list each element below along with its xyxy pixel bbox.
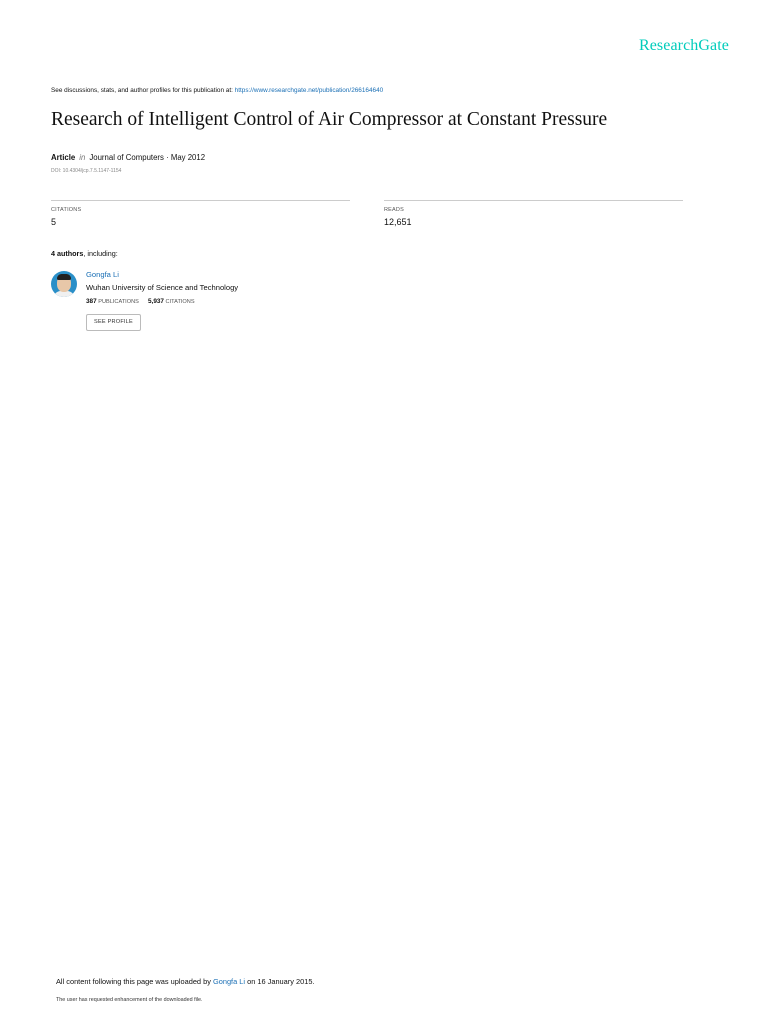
author-publications-label: PUBLICATIONS <box>98 299 139 305</box>
researchgate-logo[interactable]: ResearchGate <box>639 37 729 55</box>
see-profile-button[interactable]: SEE PROFILE <box>86 314 141 331</box>
uploader-link[interactable]: Gongfa Li <box>213 977 245 986</box>
author-name[interactable]: Gongfa Li <box>86 270 119 279</box>
publication-title: Research of Intelligent Control of Air C… <box>51 109 608 130</box>
author-institution: Wuhan University of Science and Technolo… <box>86 283 239 292</box>
upload-note-suffix: on 16 January 2015. <box>247 977 315 986</box>
in-label: in <box>79 153 86 162</box>
author-citations-count: 5,937 <box>147 298 164 305</box>
discussion-note-text: See discussions, stats, and author profi… <box>51 87 233 94</box>
citations-stat: CITATIONS 5 <box>51 200 350 227</box>
author-stats: 387 PUBLICATIONS 5,937 CITATIONS <box>86 298 195 305</box>
author-avatar[interactable] <box>51 271 77 297</box>
reads-label: READS <box>384 207 404 213</box>
reads-stat: READS 12,651 <box>384 200 683 227</box>
authors-count: 4 authors <box>51 249 84 258</box>
upload-note: All content following this page was uplo… <box>56 977 314 986</box>
doi[interactable]: DOI: 10.4304/jcp.7.5.1147-1154 <box>51 168 121 174</box>
avatar-hair <box>57 274 71 280</box>
discussion-note: See discussions, stats, and author profi… <box>51 87 383 94</box>
citations-label: CITATIONS <box>51 207 82 213</box>
authors-heading-rest: , including: <box>83 249 118 258</box>
publication-type: Article <box>51 153 76 162</box>
venue-date[interactable]: Journal of Computers · May 2012 <box>89 153 205 162</box>
upload-note-prefix: All content following this page was uplo… <box>56 977 211 986</box>
authors-heading: 4 authors, including: <box>51 249 118 258</box>
enhancement-note: The user has requested enhancement of th… <box>56 997 203 1003</box>
citations-value: 5 <box>51 217 57 227</box>
publication-link[interactable]: https://www.researchgate.net/publication… <box>235 87 384 94</box>
author-citations-label: CITATIONS <box>165 299 195 305</box>
reads-value: 12,651 <box>384 217 412 227</box>
publication-meta: Article in Journal of Computers · May 2012 <box>51 153 205 162</box>
author-publications-count: 387 <box>86 298 97 305</box>
